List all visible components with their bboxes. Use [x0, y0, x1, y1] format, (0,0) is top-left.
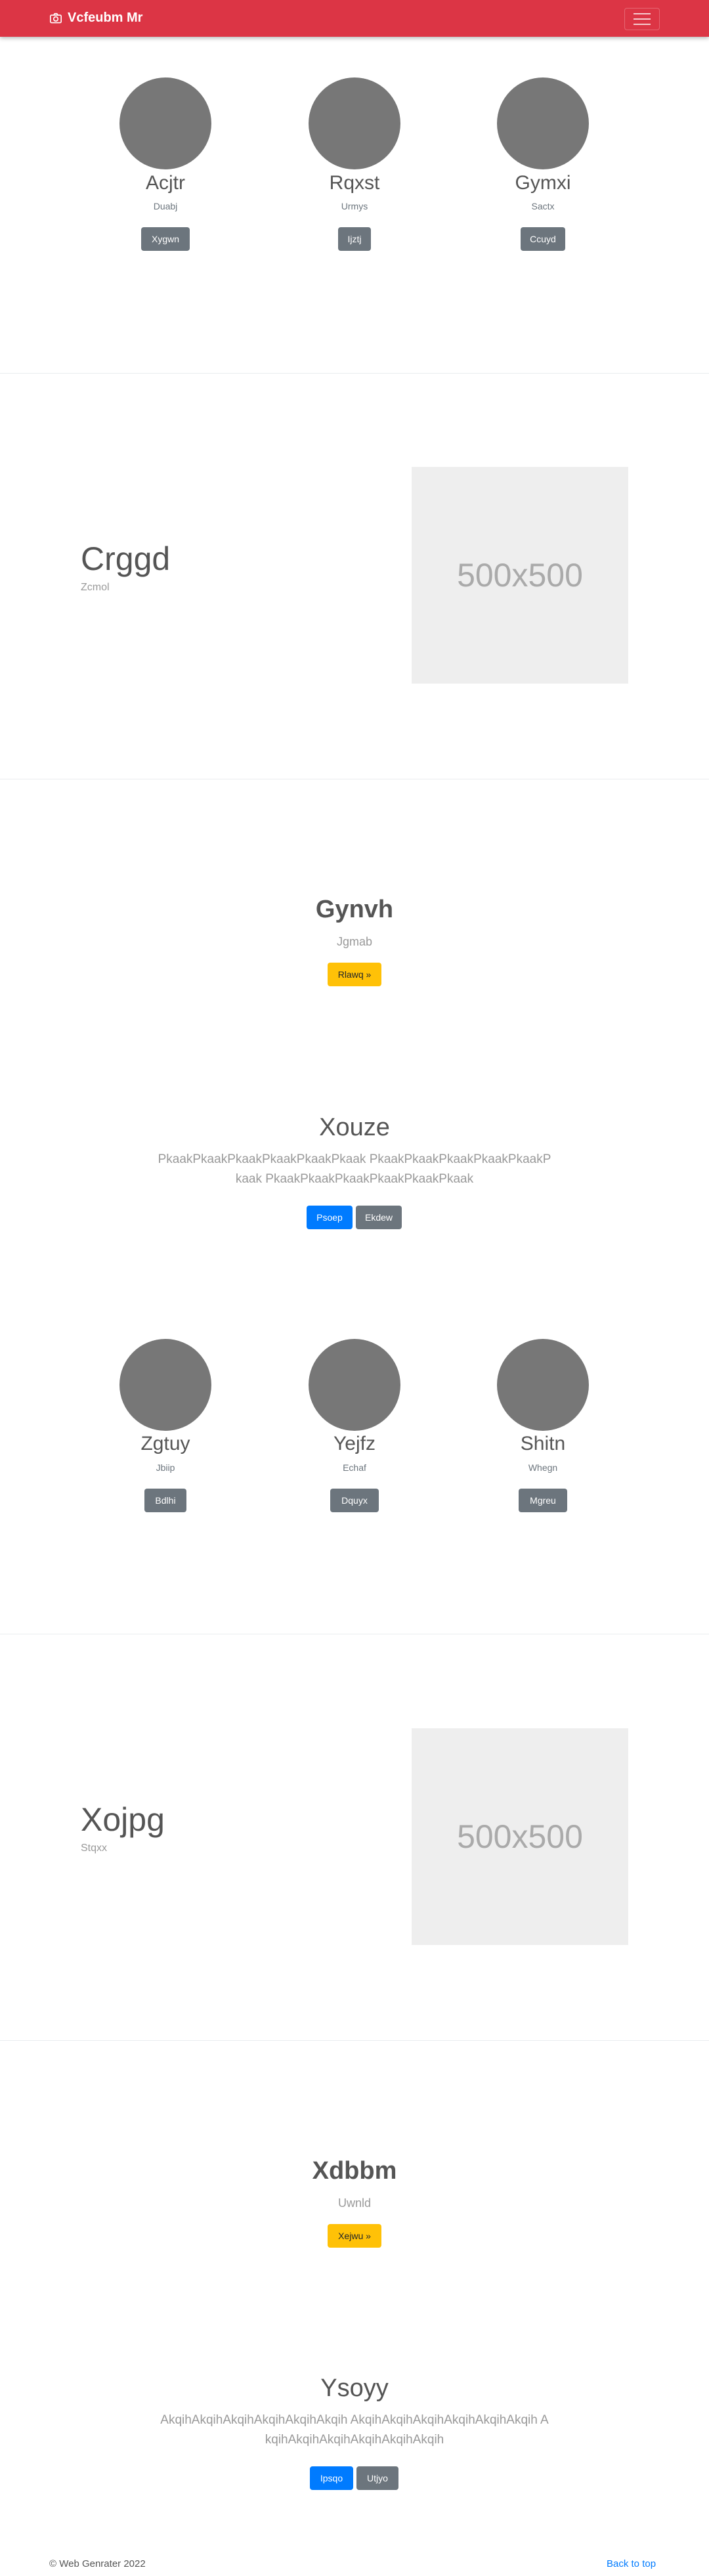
member-name: Rqxst: [329, 172, 380, 194]
image-label: 500x500: [457, 557, 583, 594]
hero-text: PkaakPkaakPkaakPkaakPkaakPkaak PkaakPkaa…: [158, 1152, 551, 1186]
footer-copyright: © Web Genrater 2022: [49, 2558, 146, 2569]
feature-subtitle: Zcmol: [81, 582, 110, 593]
member-role: Echaf: [343, 1462, 366, 1473]
member-button[interactable]: Mgreu: [519, 1489, 567, 1512]
member-role: Duabj: [153, 201, 178, 211]
feature-title: Xojpg: [81, 1801, 165, 1838]
member-name: Gymxi: [515, 172, 571, 194]
member-button[interactable]: Bdlhi: [144, 1489, 186, 1512]
member-button[interactable]: Xygwn: [141, 227, 190, 251]
back-to-top-link[interactable]: Back to top: [607, 2558, 656, 2569]
member-name: Zgtuy: [140, 1433, 190, 1454]
member-button[interactable]: Ccuyd: [521, 227, 565, 251]
member-name: Yejfz: [333, 1433, 376, 1454]
camera-icon: [50, 12, 62, 23]
brand-link[interactable]: Vcfeubm Mr: [49, 11, 142, 26]
member-name: Acjtr: [146, 172, 185, 194]
cta-button[interactable]: Rlawq »: [328, 963, 381, 986]
avatar: [309, 77, 400, 169]
hero-title: Ysoyy: [320, 2374, 389, 2402]
member-role: Sactx: [531, 201, 555, 211]
avatar: [119, 1339, 211, 1431]
member-name: Shitn: [520, 1433, 566, 1454]
member-role: Whegn: [528, 1462, 558, 1473]
member-role: Urmys: [341, 201, 368, 211]
navbar: Vcfeubm Mr: [0, 0, 709, 37]
navbar-toggler-button[interactable]: [624, 8, 660, 30]
section-divider: [0, 373, 709, 374]
hero-primary-button[interactable]: Ipsqo: [310, 2466, 353, 2490]
feature-subtitle: Stqxx: [81, 1843, 108, 1854]
cta-title: Xdbbm: [312, 2157, 397, 2185]
avatar: [309, 1339, 400, 1431]
hamburger-icon: [634, 13, 651, 14]
section-divider: [0, 2040, 709, 2041]
avatar: [119, 77, 211, 169]
feature-image-placeholder: 500x500: [412, 1728, 628, 1945]
cta-title: Gynvh: [315, 896, 394, 923]
cta-subtitle: Uwnld: [337, 2196, 372, 2210]
member-role: Jbiip: [156, 1462, 175, 1473]
feature-image-placeholder: 500x500: [412, 467, 628, 684]
image-label: 500x500: [457, 1818, 583, 1855]
hero-secondary-button[interactable]: Utjyo: [356, 2466, 398, 2490]
cta-button[interactable]: Xejwu »: [328, 2224, 381, 2248]
avatar: [497, 77, 589, 169]
hero-primary-button[interactable]: Psoep: [307, 1206, 353, 1229]
feature-title: Crggd: [81, 540, 171, 577]
hero-text: AkqihAkqihAkqihAkqihAkqihAkqih AkqihAkqi…: [160, 2413, 549, 2447]
member-button[interactable]: Ijztj: [338, 227, 371, 251]
avatar: [497, 1339, 589, 1431]
cta-subtitle: Jgmab: [336, 935, 373, 948]
member-button[interactable]: Dquyx: [330, 1489, 379, 1512]
brand-text: Vcfeubm Mr: [68, 11, 143, 25]
hero-title: Xouze: [319, 1114, 390, 1141]
hero-secondary-button[interactable]: Ekdew: [356, 1206, 402, 1229]
